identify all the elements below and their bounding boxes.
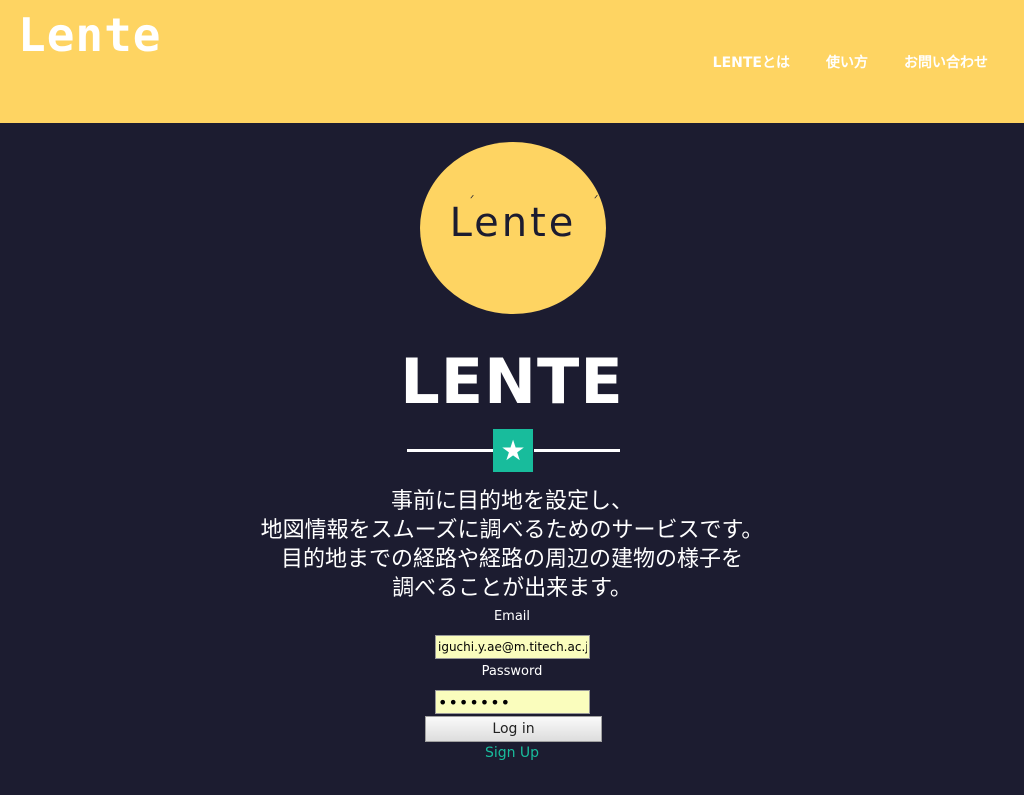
star-icon: ★: [493, 429, 533, 472]
nav-item-contact[interactable]: お問い合わせ: [904, 52, 988, 72]
page-title: LENTE: [400, 345, 624, 418]
logo-text: Lente: [449, 200, 577, 246]
email-label: Email: [493, 609, 531, 624]
signup-link[interactable]: Sign Up: [0, 745, 1024, 761]
password-label: Password: [481, 664, 543, 679]
nav-item-about[interactable]: LENTEとは: [713, 52, 790, 72]
lente-logo: ᐟ ᐟ Lente: [420, 142, 606, 314]
password-field[interactable]: [435, 690, 590, 714]
description-line: 地図情報をスムーズに調べるためのサービスです。: [260, 518, 764, 543]
nav-item-usage[interactable]: 使い方: [826, 52, 868, 72]
email-field[interactable]: [435, 635, 590, 659]
description-line: 目的地までの経路や経路の周辺の建物の様子を: [280, 547, 743, 572]
top-navbar: Lente LENTEとは 使い方 お問い合わせ: [0, 0, 1024, 123]
service-description: 事前に目的地を設定し、 地図情報をスムーズに調べるためのサービスです。 目的地ま…: [0, 487, 1024, 603]
description-line: 調べることが出来ます。: [392, 576, 632, 601]
divider-line: [407, 449, 493, 452]
nav-menu: LENTEとは 使い方 お問い合わせ: [713, 52, 988, 72]
hero-section: ᐟ ᐟ Lente LENTE ★ 事前に目的地を設定し、 地図情報をスムーズに…: [0, 123, 1024, 795]
login-button[interactable]: Log in: [425, 716, 602, 742]
description-line: 事前に目的地を設定し、: [390, 489, 633, 514]
star-divider: ★: [407, 429, 620, 473]
brand-logo-link[interactable]: Lente: [18, 12, 161, 58]
divider-line: [534, 449, 620, 452]
